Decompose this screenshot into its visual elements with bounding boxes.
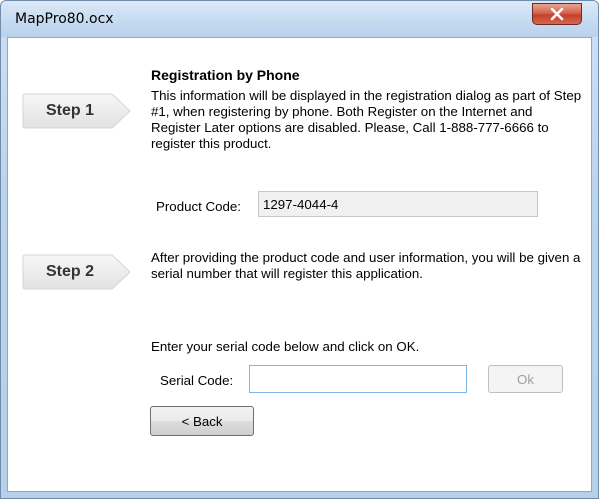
step-2-badge: Step 2 [22,254,132,290]
step-2-label: Step 2 [45,263,94,280]
product-code-label: Product Code: [156,199,242,214]
serial-instruction: Enter your serial code below and click o… [151,339,420,354]
ok-button[interactable]: Ok [488,365,563,393]
page-title: Registration by Phone [151,67,300,83]
serial-code-label: Serial Code: [160,373,234,388]
step-1-badge: Step 1 [22,93,132,129]
close-icon [550,7,564,21]
window-title: MapPro80.ocx [15,11,114,27]
step-1-label: Step 1 [45,102,94,119]
product-code-field: 1297-4044-4 [258,191,538,217]
dialog-window: MapPro80.ocx Registration by Phone Step … [0,0,599,499]
serial-code-input[interactable] [249,365,467,393]
close-button[interactable] [532,3,582,25]
dialog-content: Registration by Phone Step 1 This inform… [7,37,592,492]
step-1-description: This information will be displayed in th… [151,88,582,151]
step-2-description: After providing the product code and use… [151,250,581,281]
back-button[interactable]: < Back [150,406,254,436]
title-bar[interactable]: MapPro80.ocx [1,1,598,37]
